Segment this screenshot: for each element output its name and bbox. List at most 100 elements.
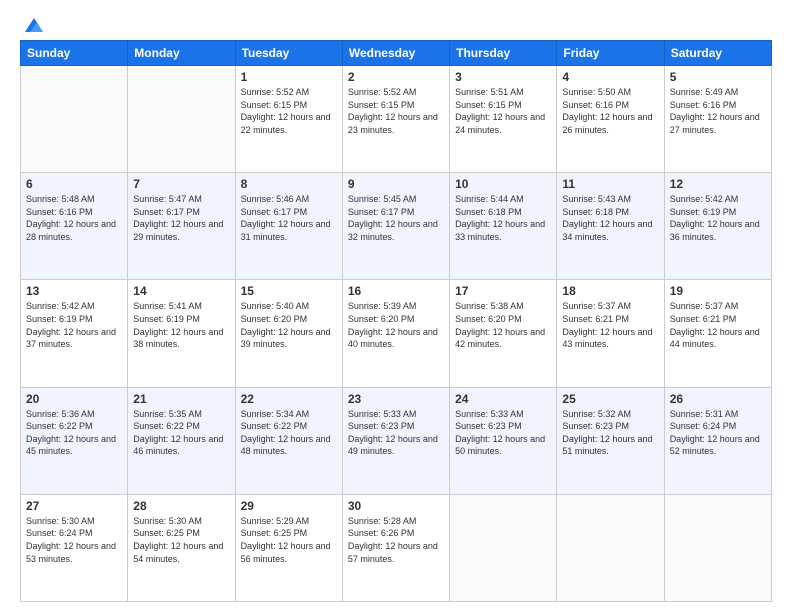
day-info: Sunrise: 5:33 AM Sunset: 6:23 PM Dayligh… [348, 408, 444, 458]
day-number: 16 [348, 284, 444, 298]
calendar-cell: 9 Sunrise: 5:45 AM Sunset: 6:17 PM Daylig… [342, 173, 449, 280]
day-number: 15 [241, 284, 337, 298]
calendar-cell: 10 Sunrise: 5:44 AM Sunset: 6:18 PM Dayli… [450, 173, 557, 280]
day-info: Sunrise: 5:40 AM Sunset: 6:20 PM Dayligh… [241, 300, 337, 350]
calendar: SundayMondayTuesdayWednesdayThursdayFrid… [20, 40, 772, 602]
day-header-sunday: Sunday [21, 41, 128, 66]
day-info: Sunrise: 5:41 AM Sunset: 6:19 PM Dayligh… [133, 300, 229, 350]
calendar-cell: 18 Sunrise: 5:37 AM Sunset: 6:21 PM Dayli… [557, 280, 664, 387]
day-number: 9 [348, 177, 444, 191]
day-info: Sunrise: 5:44 AM Sunset: 6:18 PM Dayligh… [455, 193, 551, 243]
day-info: Sunrise: 5:28 AM Sunset: 6:26 PM Dayligh… [348, 515, 444, 565]
day-number: 2 [348, 70, 444, 84]
day-info: Sunrise: 5:45 AM Sunset: 6:17 PM Dayligh… [348, 193, 444, 243]
day-info: Sunrise: 5:34 AM Sunset: 6:22 PM Dayligh… [241, 408, 337, 458]
day-number: 11 [562, 177, 658, 191]
calendar-cell: 19 Sunrise: 5:37 AM Sunset: 6:21 PM Dayli… [664, 280, 771, 387]
day-info: Sunrise: 5:31 AM Sunset: 6:24 PM Dayligh… [670, 408, 766, 458]
day-info: Sunrise: 5:37 AM Sunset: 6:21 PM Dayligh… [562, 300, 658, 350]
page: SundayMondayTuesdayWednesdayThursdayFrid… [0, 0, 792, 612]
day-info: Sunrise: 5:50 AM Sunset: 6:16 PM Dayligh… [562, 86, 658, 136]
calendar-cell: 7 Sunrise: 5:47 AM Sunset: 6:17 PM Daylig… [128, 173, 235, 280]
day-info: Sunrise: 5:33 AM Sunset: 6:23 PM Dayligh… [455, 408, 551, 458]
calendar-cell [450, 494, 557, 601]
day-number: 1 [241, 70, 337, 84]
day-number: 14 [133, 284, 229, 298]
calendar-cell: 16 Sunrise: 5:39 AM Sunset: 6:20 PM Dayli… [342, 280, 449, 387]
day-number: 12 [670, 177, 766, 191]
day-info: Sunrise: 5:51 AM Sunset: 6:15 PM Dayligh… [455, 86, 551, 136]
day-info: Sunrise: 5:38 AM Sunset: 6:20 PM Dayligh… [455, 300, 551, 350]
day-header-saturday: Saturday [664, 41, 771, 66]
calendar-cell: 1Sunrise: 5:52 AM Sunset: 6:15 PM Daylig… [235, 66, 342, 173]
day-info: Sunrise: 5:42 AM Sunset: 6:19 PM Dayligh… [670, 193, 766, 243]
logo-icon [23, 16, 45, 34]
day-info: Sunrise: 5:47 AM Sunset: 6:17 PM Dayligh… [133, 193, 229, 243]
calendar-cell: 2 Sunrise: 5:52 AM Sunset: 6:15 PM Daylig… [342, 66, 449, 173]
day-number: 24 [455, 392, 551, 406]
calendar-cell: 17 Sunrise: 5:38 AM Sunset: 6:20 PM Dayli… [450, 280, 557, 387]
day-number: 22 [241, 392, 337, 406]
day-header-wednesday: Wednesday [342, 41, 449, 66]
calendar-cell: 13 Sunrise: 5:42 AM Sunset: 6:19 PM Dayli… [21, 280, 128, 387]
calendar-cell: 23 Sunrise: 5:33 AM Sunset: 6:23 PM Dayli… [342, 387, 449, 494]
calendar-week-row: 1 Sunrise: 5:52 AM Sunset: 6:15 PM Daylig… [21, 66, 772, 173]
calendar-cell: 28 Sunrise: 5:30 AM Sunset: 6:25 PM Dayli… [128, 494, 235, 601]
calendar-cell: 30 Sunrise: 5:28 AM Sunset: 6:26 PM Dayli… [342, 494, 449, 601]
day-info: Sunrise: 5:52 AM Sunset: 6:15 PM Dayligh… [348, 86, 444, 136]
calendar-cell: 24 Sunrise: 5:33 AM Sunset: 6:23 PM Dayli… [450, 387, 557, 494]
calendar-cell: 20Sunrise: 5:36 AM Sunset: 6:22 PM Dayli… [21, 387, 128, 494]
day-number: 23 [348, 392, 444, 406]
day-number: 8 [241, 177, 337, 191]
day-header-monday: Monday [128, 41, 235, 66]
day-info: Sunrise: 5:49 AM Sunset: 6:16 PM Dayligh… [670, 86, 766, 136]
day-number: 10 [455, 177, 551, 191]
calendar-cell: 21Sunrise: 5:35 AM Sunset: 6:22 PM Dayli… [128, 387, 235, 494]
day-number: 29 [241, 499, 337, 513]
day-number: 25 [562, 392, 658, 406]
calendar-cell: 3 Sunrise: 5:51 AM Sunset: 6:15 PM Daylig… [450, 66, 557, 173]
calendar-cell: 22 Sunrise: 5:34 AM Sunset: 6:22 PM Dayli… [235, 387, 342, 494]
day-number: 7 [133, 177, 229, 191]
day-info: Sunrise: 5:29 AM Sunset: 6:25 PM Dayligh… [241, 515, 337, 565]
calendar-cell: 6Sunrise: 5:48 AM Sunset: 6:16 PM Daylig… [21, 173, 128, 280]
day-info: Sunrise: 5:37 AM Sunset: 6:21 PM Dayligh… [670, 300, 766, 350]
day-info: Sunrise: 5:36 AM Sunset: 6:22 PM Dayligh… [26, 408, 122, 458]
day-info: Sunrise: 5:32 AM Sunset: 6:23 PM Dayligh… [562, 408, 658, 458]
logo [20, 18, 45, 30]
day-number: 4 [562, 70, 658, 84]
day-number: 26 [670, 392, 766, 406]
calendar-cell: 27 Sunrise: 5:30 AM Sunset: 6:24 PM Dayli… [21, 494, 128, 601]
calendar-cell: 25 Sunrise: 5:32 AM Sunset: 6:23 PM Dayli… [557, 387, 664, 494]
day-info: Sunrise: 5:48 AM Sunset: 6:16 PM Dayligh… [26, 193, 122, 243]
day-header-tuesday: Tuesday [235, 41, 342, 66]
calendar-cell: 26 Sunrise: 5:31 AM Sunset: 6:24 PM Dayli… [664, 387, 771, 494]
calendar-cell: 29 Sunrise: 5:29 AM Sunset: 6:25 PM Dayli… [235, 494, 342, 601]
calendar-cell [128, 66, 235, 173]
calendar-cell: 5 Sunrise: 5:49 AM Sunset: 6:16 PM Daylig… [664, 66, 771, 173]
day-number: 19 [670, 284, 766, 298]
day-info: Sunrise: 5:42 AM Sunset: 6:19 PM Dayligh… [26, 300, 122, 350]
calendar-cell: 15 Sunrise: 5:40 AM Sunset: 6:20 PM Dayli… [235, 280, 342, 387]
day-info: Sunrise: 5:46 AM Sunset: 6:17 PM Dayligh… [241, 193, 337, 243]
day-number: 3 [455, 70, 551, 84]
day-info: Sunrise: 5:43 AM Sunset: 6:18 PM Dayligh… [562, 193, 658, 243]
day-number: 5 [670, 70, 766, 84]
day-number: 27 [26, 499, 122, 513]
day-number: 18 [562, 284, 658, 298]
day-header-friday: Friday [557, 41, 664, 66]
day-number: 28 [133, 499, 229, 513]
calendar-cell: 8 Sunrise: 5:46 AM Sunset: 6:17 PM Daylig… [235, 173, 342, 280]
day-number: 17 [455, 284, 551, 298]
calendar-cell [21, 66, 128, 173]
calendar-week-row: 6Sunrise: 5:48 AM Sunset: 6:16 PM Daylig… [21, 173, 772, 280]
day-info: Sunrise: 5:30 AM Sunset: 6:25 PM Dayligh… [133, 515, 229, 565]
day-number: 30 [348, 499, 444, 513]
calendar-cell [664, 494, 771, 601]
day-number: 13 [26, 284, 122, 298]
day-info: Sunrise: 5:39 AM Sunset: 6:20 PM Dayligh… [348, 300, 444, 350]
calendar-cell: 14 Sunrise: 5:41 AM Sunset: 6:19 PM Dayli… [128, 280, 235, 387]
calendar-week-row: 13 Sunrise: 5:42 AM Sunset: 6:19 PM Dayli… [21, 280, 772, 387]
day-info: Sunrise: 5:35 AM Sunset: 6:22 PM Dayligh… [133, 408, 229, 458]
day-info: Sunrise: 5:30 AM Sunset: 6:24 PM Dayligh… [26, 515, 122, 565]
